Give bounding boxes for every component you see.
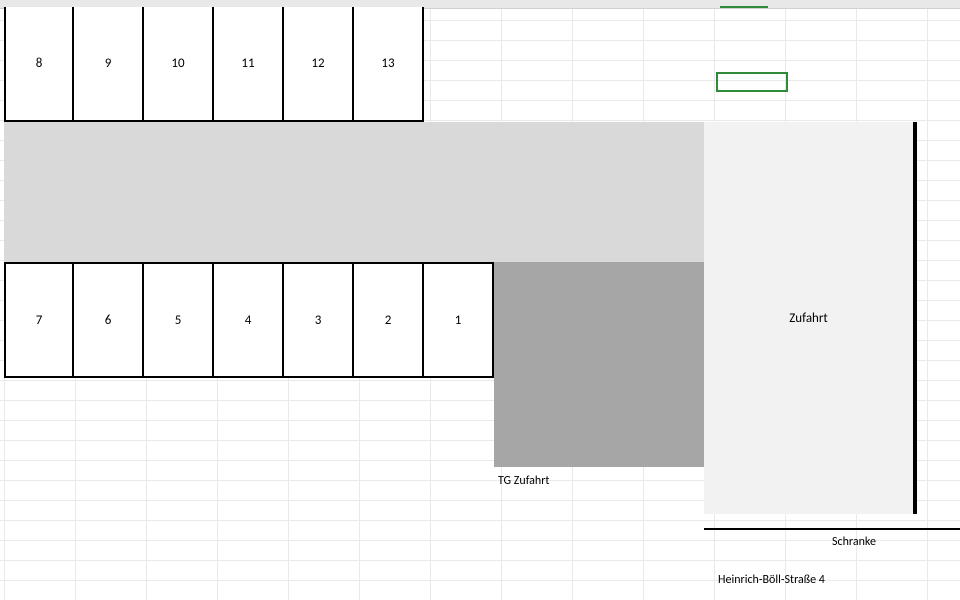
parking-slot[interactable]: 6 — [74, 262, 144, 378]
slot-number: 8 — [36, 56, 43, 71]
active-column-indicator — [720, 0, 768, 8]
street-label: Heinrich-Böll-Straße 4 — [718, 573, 825, 587]
right-border — [915, 122, 917, 514]
slot-number: 1 — [455, 313, 462, 328]
parking-slot[interactable]: 3 — [284, 262, 354, 378]
tg-zufahrt-label: TG Zufahrt — [498, 474, 549, 488]
slot-number: 3 — [315, 313, 322, 328]
slot-number: 9 — [105, 56, 112, 71]
tg-zufahrt-area — [494, 262, 704, 467]
parking-slot[interactable]: 4 — [214, 262, 284, 378]
parking-slot[interactable]: 2 — [354, 262, 424, 378]
parking-slot[interactable]: 11 — [214, 7, 284, 122]
parking-slot[interactable]: 10 — [144, 7, 214, 122]
slot-number: 6 — [105, 313, 112, 328]
slot-number: 2 — [385, 313, 392, 328]
slot-number: 13 — [381, 56, 394, 71]
slot-number: 10 — [171, 56, 184, 71]
parking-slot[interactable]: 5 — [144, 262, 214, 378]
parking-slot[interactable]: 1 — [424, 262, 494, 378]
schranke-label: Schranke — [832, 535, 876, 549]
parking-slot[interactable]: 13 — [354, 7, 424, 122]
zufahrt-label: Zufahrt — [789, 311, 828, 326]
drive-lane — [4, 122, 704, 262]
selected-cell[interactable] — [716, 72, 788, 92]
schranke-line — [704, 528, 960, 530]
slot-number: 4 — [245, 313, 252, 328]
slot-number: 11 — [241, 56, 254, 71]
slot-number: 7 — [36, 313, 43, 328]
parking-slot[interactable]: 12 — [284, 7, 354, 122]
parking-row-bottom: 7 6 5 4 3 2 1 — [4, 262, 494, 378]
parking-row-top: 8 9 10 11 12 13 — [4, 7, 424, 122]
slot-number: 5 — [175, 313, 182, 328]
parking-slot[interactable]: 7 — [4, 262, 74, 378]
parking-slot[interactable]: 9 — [74, 7, 144, 122]
parking-slot[interactable]: 8 — [4, 7, 74, 122]
zufahrt-area: Zufahrt — [704, 122, 915, 514]
slot-number: 12 — [311, 56, 324, 71]
